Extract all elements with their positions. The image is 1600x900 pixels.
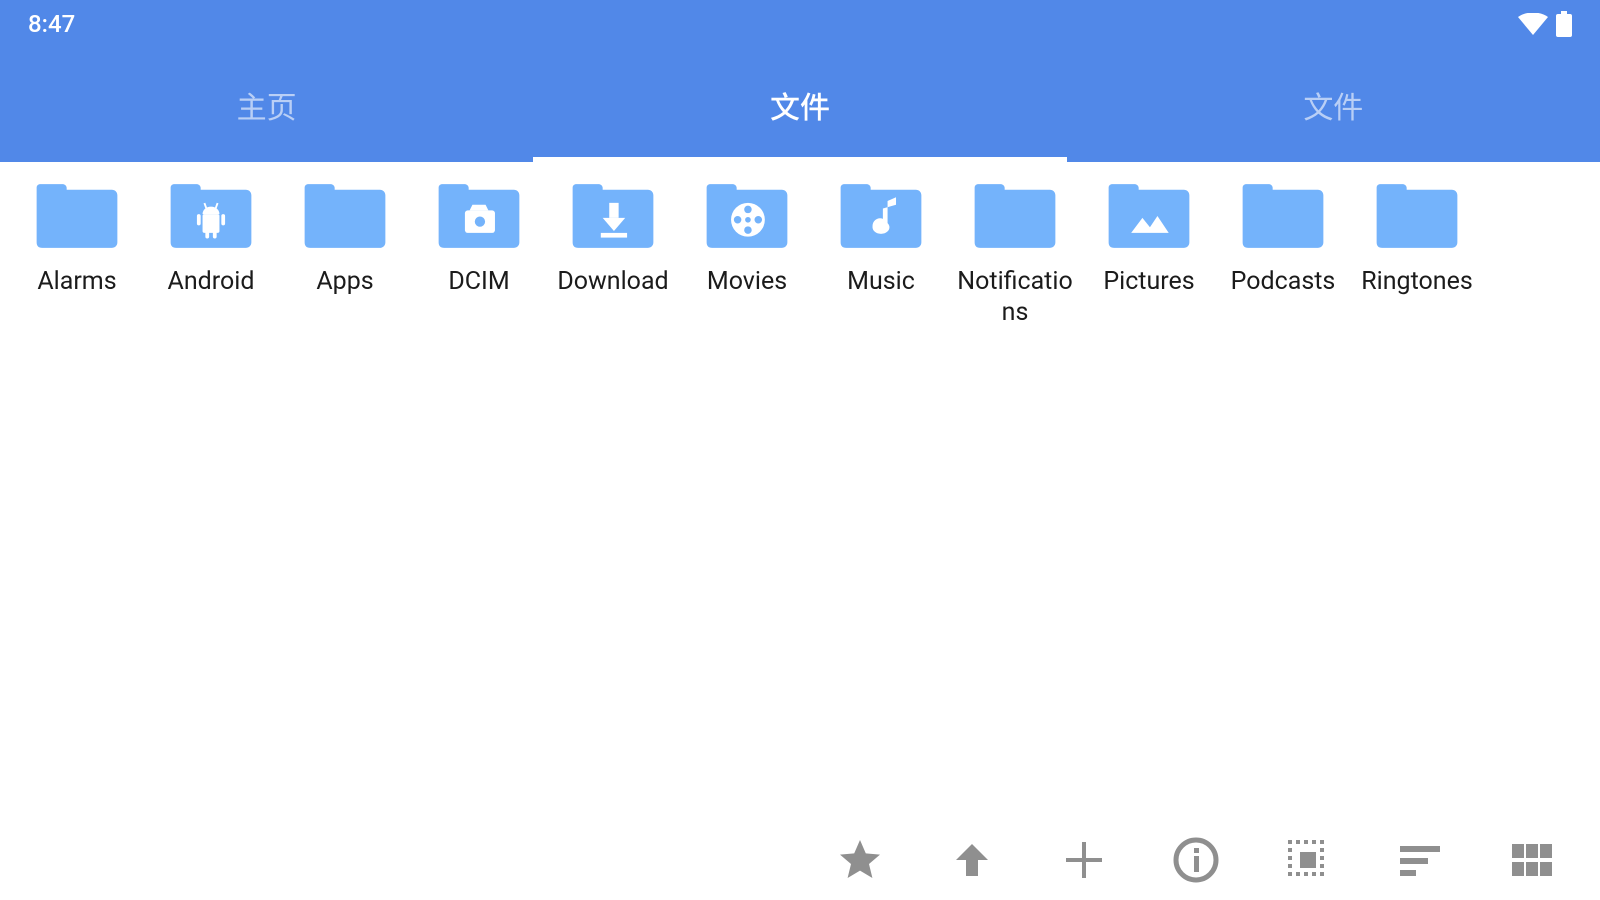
tab-label: 主页 xyxy=(237,83,297,127)
add-button[interactable] xyxy=(1056,832,1112,888)
folder-icon xyxy=(835,180,927,252)
folder-item[interactable]: Apps xyxy=(278,176,412,329)
folder-label: Notifications xyxy=(951,266,1079,329)
folder-label: Music xyxy=(847,266,915,297)
folder-label: Pictures xyxy=(1103,266,1194,297)
battery-icon xyxy=(1556,11,1572,37)
sort-button[interactable] xyxy=(1392,832,1448,888)
star-icon xyxy=(836,836,884,884)
folder-label: Alarms xyxy=(37,266,116,297)
folder-item[interactable]: Movies xyxy=(680,176,814,329)
folder-label: Movies xyxy=(707,266,787,297)
view-grid-button[interactable] xyxy=(1504,832,1560,888)
info-button[interactable] xyxy=(1168,832,1224,888)
folder-label: DCIM xyxy=(448,266,509,297)
folder-label: Download xyxy=(557,266,668,297)
status-icons xyxy=(1518,11,1572,37)
folder-icon xyxy=(567,180,659,252)
folder-item[interactable]: Pictures xyxy=(1082,176,1216,329)
folder-icon xyxy=(701,180,793,252)
folder-icon xyxy=(1103,180,1195,252)
folder-icon xyxy=(165,180,257,252)
folder-item[interactable]: DCIM xyxy=(412,176,546,329)
folder-item[interactable]: Music xyxy=(814,176,948,329)
folder-icon xyxy=(299,180,391,252)
tab-bar: 主页 文件 文件 xyxy=(0,48,1600,162)
folder-item[interactable]: Notifications xyxy=(948,176,1082,329)
tab-label: 文件 xyxy=(770,83,830,127)
select-all-button[interactable] xyxy=(1280,832,1336,888)
status-time: 8:47 xyxy=(28,10,75,38)
folder-icon xyxy=(31,180,123,252)
favorite-button[interactable] xyxy=(832,832,888,888)
select-all-icon xyxy=(1284,836,1332,884)
folder-label: Ringtones xyxy=(1361,266,1473,297)
folder-icon xyxy=(1237,180,1329,252)
status-bar: 8:47 xyxy=(0,0,1600,48)
tab-files-1[interactable]: 文件 xyxy=(533,48,1066,162)
folder-label: Podcasts xyxy=(1231,266,1336,297)
tab-files-2[interactable]: 文件 xyxy=(1067,48,1600,162)
tab-label: 文件 xyxy=(1303,83,1363,127)
folder-label: Android xyxy=(168,266,255,297)
folder-icon xyxy=(433,180,525,252)
folder-item[interactable]: Android xyxy=(144,176,278,329)
folder-item[interactable]: Podcasts xyxy=(1216,176,1350,329)
folder-icon xyxy=(969,180,1061,252)
folder-item[interactable]: Download xyxy=(546,176,680,329)
content-area: Alarms Android Apps DCIM Download Movies Music… xyxy=(0,162,1600,900)
up-button[interactable] xyxy=(944,832,1000,888)
folder-grid: Alarms Android Apps DCIM Download Movies Music… xyxy=(10,176,1590,329)
plus-icon xyxy=(1060,836,1108,884)
sort-icon xyxy=(1396,836,1444,884)
arrow-up-icon xyxy=(948,836,996,884)
grid-icon xyxy=(1508,836,1556,884)
folder-icon xyxy=(1371,180,1463,252)
tab-home[interactable]: 主页 xyxy=(0,48,533,162)
bottom-toolbar xyxy=(832,822,1600,900)
wifi-icon xyxy=(1518,13,1548,35)
folder-item[interactable]: Ringtones xyxy=(1350,176,1484,329)
info-icon xyxy=(1172,836,1220,884)
folder-label: Apps xyxy=(316,266,373,297)
folder-item[interactable]: Alarms xyxy=(10,176,144,329)
